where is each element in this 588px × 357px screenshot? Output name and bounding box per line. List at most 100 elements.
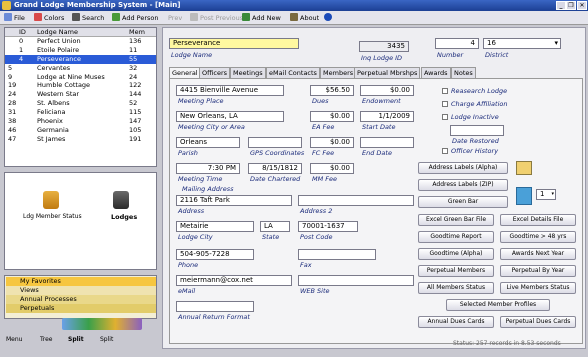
tab-email-contacts[interactable]: eMail Contacts <box>266 67 320 78</box>
lodge-list-row[interactable]: 31 Feliciana 115 <box>5 108 156 117</box>
restore-button[interactable]: ❐ <box>566 1 576 10</box>
row-expander[interactable]: 5 <box>8 64 12 73</box>
lodge-list-row[interactable]: 46 Germania 105 <box>5 126 156 135</box>
calculator-icon[interactable] <box>516 187 532 205</box>
row-expander[interactable]: 28 <box>8 99 16 108</box>
live-members-status-button[interactable]: Live Members Status <box>500 282 576 294</box>
lodge-list-row[interactable]: 5 Cervantes 32 <box>5 64 156 73</box>
tab-meetings[interactable]: Meetings <box>230 67 266 78</box>
add-new-button[interactable]: Add New <box>242 13 281 24</box>
nav-my-favorites[interactable]: My Favorites <box>6 277 156 286</box>
email-field[interactable]: meiermann@cox.net <box>176 275 292 286</box>
web-site-field[interactable] <box>298 275 414 286</box>
tab-members[interactable]: Members <box>320 67 357 78</box>
address-labels-zip-button[interactable]: Address Labels (ZIP) <box>418 179 508 191</box>
lodge-inactive-checkbox[interactable]: Lodge Inactive <box>442 113 499 121</box>
end-date-field[interactable] <box>360 137 414 148</box>
nav-perpetuals[interactable]: Perpetuals <box>6 304 156 313</box>
goodtime-48-years-button[interactable]: Goodtime > 48 yrs <box>500 231 576 243</box>
menu-view-button[interactable]: Menu <box>6 335 22 345</box>
row-expander[interactable]: 47 <box>8 135 16 144</box>
endowment-field[interactable]: $0.00 <box>360 85 414 96</box>
row-expander[interactable]: 9 <box>8 73 12 82</box>
meeting-time-field[interactable]: 7:30 PM <box>176 163 240 174</box>
lodge-list-row[interactable]: 19 Humble Cottage 122 <box>5 81 156 90</box>
split-view-button-2[interactable]: Split <box>100 335 113 345</box>
row-expander[interactable]: 19 <box>8 81 16 90</box>
row-expander[interactable]: 24 <box>8 90 16 99</box>
row-expander[interactable]: 46 <box>8 126 16 135</box>
member-status-icon[interactable] <box>43 191 59 209</box>
lodge-list-row[interactable]: 9 Lodge at Nine Muses 24 <box>5 73 156 82</box>
charge-affiliation-checkbox[interactable]: Charge Affiliation <box>442 100 508 108</box>
search-button[interactable]: Search <box>72 13 104 24</box>
inq-lodge-id-field[interactable]: 3435 <box>359 41 409 52</box>
add-person-button[interactable]: Add Person <box>112 13 159 24</box>
about-button[interactable]: About <box>290 13 319 24</box>
file-menu[interactable]: File <box>4 13 25 24</box>
tab-awards[interactable]: Awards <box>421 67 451 78</box>
meeting-place-field[interactable]: 4415 Bienville Avenue <box>176 85 284 96</box>
perpetual-dues-cards-button[interactable]: Perpetual Dues Cards <box>500 316 576 328</box>
all-members-status-button[interactable]: All Members Status <box>418 282 494 294</box>
header-mem[interactable]: Mem <box>129 28 145 37</box>
excel-green-bar-file-button[interactable]: Excel Green Bar File <box>418 214 494 226</box>
lodge-name-field[interactable]: Perseverance <box>169 38 299 49</box>
address-2-field[interactable] <box>298 195 414 206</box>
info-button[interactable] <box>324 13 334 24</box>
lodge-list-row[interactable]: 47 St James 191 <box>5 135 156 144</box>
gps-coordinates-field[interactable] <box>248 137 302 148</box>
annual-dues-cards-button[interactable]: Annual Dues Cards <box>418 316 494 328</box>
prev-button[interactable]: Prev <box>168 13 182 24</box>
lodge-list-row[interactable]: 0 Perfect Union 136 <box>5 37 156 46</box>
lodges-label[interactable]: Lodges <box>111 213 137 221</box>
meeting-city-field[interactable]: New Orleans, LA <box>176 111 284 122</box>
tab-officers[interactable]: Officers <box>199 67 231 78</box>
header-lodge-name[interactable]: Lodge Name <box>37 28 78 37</box>
goodtime-alpha-button[interactable]: Goodtime (Alpha) <box>418 248 494 260</box>
perpetual-by-year-button[interactable]: Perpetual By Year <box>500 265 576 277</box>
lodge-city-field[interactable]: Metairie <box>176 221 254 232</box>
post-code-field[interactable]: 70001-1637 <box>298 221 358 232</box>
mm-fee-field[interactable]: $0.00 <box>310 163 354 174</box>
research-lodge-checkbox[interactable]: Reasearch Lodge <box>442 87 507 95</box>
start-date-field[interactable]: 1/1/2009 <box>360 111 414 122</box>
tab-notes[interactable]: Notes <box>451 67 476 78</box>
district-select[interactable]: 16 ▾ <box>483 38 561 49</box>
address-labels-alpha-button[interactable]: Address Labels (Alpha) <box>418 162 508 174</box>
fax-field[interactable] <box>298 249 376 260</box>
copies-select[interactable]: 1 ▾ <box>536 189 556 200</box>
ea-fee-field[interactable]: $0.00 <box>310 111 354 122</box>
address-field[interactable]: 2116 Taft Park <box>176 195 292 206</box>
lodge-list-row[interactable]: 24 Western Star 144 <box>5 90 156 99</box>
dues-field[interactable]: $56.50 <box>310 85 354 96</box>
excel-details-file-button[interactable]: Excel Details File <box>500 214 576 226</box>
phone-field[interactable]: 504-905-7228 <box>176 249 254 260</box>
tree-view-button[interactable]: Tree <box>40 335 53 345</box>
goodtime-report-button[interactable]: Goodtime Report <box>418 231 494 243</box>
date-chartered-field[interactable]: 8/15/1812 <box>248 163 302 174</box>
tab-perpetual-mbrshps[interactable]: Perpetual Mbrshps <box>354 67 421 78</box>
green-bar-button[interactable]: Green Bar <box>418 196 508 208</box>
header-id[interactable]: ID <box>19 28 26 37</box>
colors-button[interactable]: Colors <box>34 13 64 24</box>
minimize-button[interactable]: _ <box>556 1 566 10</box>
row-expander[interactable]: 38 <box>8 117 16 126</box>
fc-fee-field[interactable]: $0.00 <box>310 137 354 148</box>
notepad-icon[interactable] <box>516 161 532 175</box>
lodge-list-row[interactable]: 4 Perseverance 55 <box>5 54 156 64</box>
split-view-button[interactable]: Split <box>68 335 84 345</box>
number-field[interactable]: 4 <box>435 38 479 49</box>
selected-member-profiles-button[interactable]: Selected Member Profiles <box>446 299 550 311</box>
member-status-label[interactable]: Ldg Member Status <box>23 213 82 220</box>
date-restored-field[interactable] <box>450 125 504 136</box>
shortcut-icons[interactable] <box>62 318 142 330</box>
parish-field[interactable]: Orleans <box>176 137 240 148</box>
perpetual-members-button[interactable]: Perpetual Members <box>418 265 494 277</box>
lodge-list-row[interactable]: 38 Phoenix 147 <box>5 117 156 126</box>
lodges-icon[interactable] <box>113 191 129 209</box>
state-field[interactable]: LA <box>260 221 290 232</box>
close-button[interactable]: ✕ <box>577 1 587 10</box>
lodge-list-row[interactable]: 28 St. Albens 52 <box>5 99 156 108</box>
post-previous-button[interactable]: Post Previous <box>190 13 243 24</box>
